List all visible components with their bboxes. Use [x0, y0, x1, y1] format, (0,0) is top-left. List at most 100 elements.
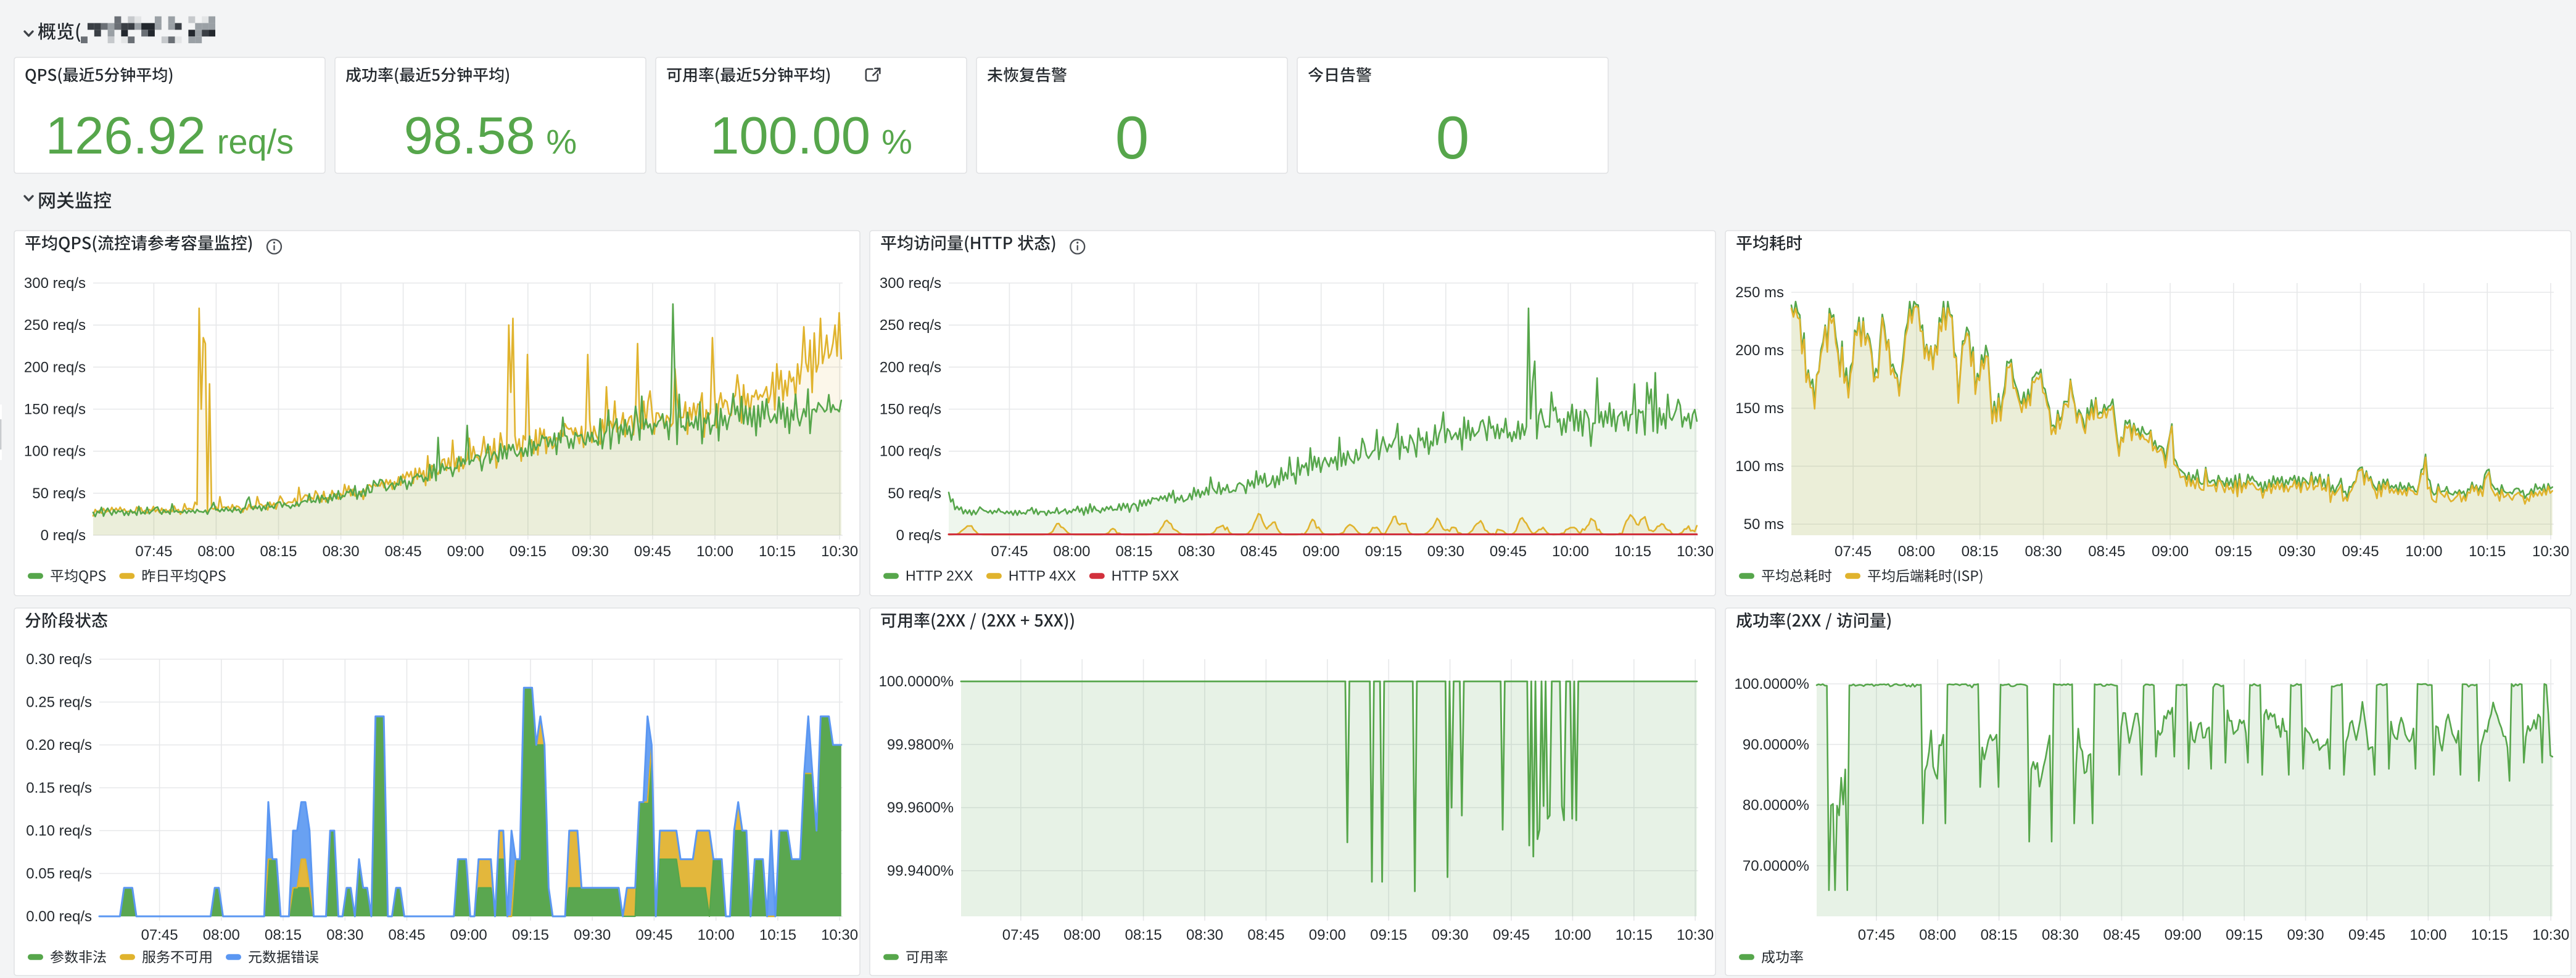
svg-text:07:45: 07:45 — [1835, 543, 1872, 560]
svg-text:09:30: 09:30 — [2279, 543, 2316, 560]
svg-text:80.0000%: 80.0000% — [1743, 797, 1809, 814]
svg-text:08:30: 08:30 — [1186, 927, 1223, 943]
svg-text:200 req/s: 200 req/s — [880, 359, 941, 376]
svg-text:09:15: 09:15 — [2215, 543, 2252, 560]
svg-text:10:15: 10:15 — [1616, 927, 1653, 943]
svg-text:08:45: 08:45 — [2088, 543, 2125, 560]
svg-text:100.0000%: 100.0000% — [1735, 676, 1809, 692]
svg-text:08:00: 08:00 — [1919, 927, 1956, 943]
svg-text:10:15: 10:15 — [759, 543, 796, 560]
svg-text:0.10 req/s: 0.10 req/s — [26, 823, 92, 839]
svg-text:100 req/s: 100 req/s — [880, 443, 941, 460]
svg-text:09:00: 09:00 — [450, 927, 487, 943]
svg-text:09:30: 09:30 — [2287, 927, 2324, 943]
svg-text:0.00 req/s: 0.00 req/s — [26, 908, 92, 925]
svg-text:09:45: 09:45 — [2342, 543, 2379, 560]
svg-text:09:45: 09:45 — [1490, 543, 1527, 560]
svg-text:09:45: 09:45 — [634, 543, 671, 560]
svg-text:08:00: 08:00 — [1898, 543, 1935, 560]
svg-text:08:45: 08:45 — [385, 543, 422, 560]
svg-text:09:45: 09:45 — [635, 927, 672, 943]
svg-text:10:00: 10:00 — [1554, 927, 1591, 943]
svg-text:08:15: 08:15 — [1962, 543, 1999, 560]
svg-text:99.9600%: 99.9600% — [887, 800, 954, 816]
svg-text:10:30: 10:30 — [2532, 927, 2569, 943]
svg-text:200 ms: 200 ms — [1735, 342, 1784, 359]
svg-text:09:15: 09:15 — [1370, 927, 1407, 943]
svg-text:08:30: 08:30 — [326, 927, 363, 943]
svg-text:07:45: 07:45 — [1858, 927, 1895, 943]
svg-text:08:15: 08:15 — [1115, 543, 1152, 560]
svg-text:08:30: 08:30 — [2042, 927, 2079, 943]
svg-text:10:15: 10:15 — [1614, 543, 1651, 560]
svg-text:08:15: 08:15 — [1125, 927, 1162, 943]
svg-text:50 req/s: 50 req/s — [888, 485, 941, 502]
svg-text:10:00: 10:00 — [698, 927, 735, 943]
svg-text:09:30: 09:30 — [1427, 543, 1464, 560]
svg-text:08:00: 08:00 — [1063, 927, 1100, 943]
svg-text:0: 0 — [1436, 104, 1470, 171]
svg-text:10:15: 10:15 — [2471, 927, 2508, 943]
svg-text:10:00: 10:00 — [2405, 543, 2442, 560]
svg-text:10:00: 10:00 — [1552, 543, 1589, 560]
svg-text:09:30: 09:30 — [1432, 927, 1469, 943]
svg-text:08:15: 08:15 — [260, 543, 297, 560]
svg-text:10:00: 10:00 — [2409, 927, 2446, 943]
svg-text:08:00: 08:00 — [203, 927, 240, 943]
svg-text:10:30: 10:30 — [1677, 927, 1714, 943]
svg-text:08:45: 08:45 — [1241, 543, 1278, 560]
svg-text:HTTP 4XX: HTTP 4XX — [1009, 568, 1076, 584]
svg-text:50 ms: 50 ms — [1744, 516, 1784, 533]
svg-text:07:45: 07:45 — [135, 543, 172, 560]
svg-text:08:45: 08:45 — [388, 927, 425, 943]
svg-text:300 req/s: 300 req/s — [880, 275, 941, 292]
svg-text:10:30: 10:30 — [2532, 543, 2569, 560]
svg-text:09:45: 09:45 — [1493, 927, 1530, 943]
svg-text:%: % — [546, 122, 577, 161]
svg-text:09:45: 09:45 — [2348, 927, 2385, 943]
svg-text:09:15: 09:15 — [510, 543, 547, 560]
svg-text:0.25 req/s: 0.25 req/s — [26, 694, 92, 711]
svg-text:50 req/s: 50 req/s — [32, 485, 86, 502]
svg-text:09:00: 09:00 — [447, 543, 484, 560]
svg-text:08:45: 08:45 — [2103, 927, 2140, 943]
svg-text:150 req/s: 150 req/s — [24, 401, 86, 418]
svg-text:08:30: 08:30 — [2025, 543, 2062, 560]
svg-text:09:00: 09:00 — [1303, 543, 1340, 560]
svg-text:req/s: req/s — [217, 122, 294, 161]
svg-text:09:30: 09:30 — [572, 543, 609, 560]
svg-text:09:00: 09:00 — [1309, 927, 1346, 943]
svg-text:126.92: 126.92 — [46, 107, 206, 165]
svg-text:08:30: 08:30 — [1178, 543, 1215, 560]
svg-text:0 req/s: 0 req/s — [896, 527, 941, 544]
svg-text:150 ms: 150 ms — [1735, 400, 1784, 417]
svg-text:10:15: 10:15 — [759, 927, 796, 943]
svg-text:98.58: 98.58 — [404, 107, 535, 165]
svg-text:100.00: 100.00 — [710, 107, 870, 165]
svg-text:08:00: 08:00 — [197, 543, 234, 560]
svg-text:300 req/s: 300 req/s — [24, 275, 86, 292]
svg-text:08:00: 08:00 — [1053, 543, 1090, 560]
svg-text:08:15: 08:15 — [1981, 927, 2018, 943]
svg-text:08:15: 08:15 — [265, 927, 302, 943]
svg-text:08:45: 08:45 — [1247, 927, 1284, 943]
svg-text:250 ms: 250 ms — [1735, 284, 1784, 301]
svg-text:250 req/s: 250 req/s — [24, 317, 86, 334]
svg-text:100 ms: 100 ms — [1735, 458, 1784, 475]
svg-text:150 req/s: 150 req/s — [880, 401, 941, 418]
svg-text:90.0000%: 90.0000% — [1743, 736, 1809, 753]
svg-text:07:45: 07:45 — [141, 927, 178, 943]
svg-text:09:15: 09:15 — [1365, 543, 1402, 560]
svg-text:0: 0 — [1115, 104, 1149, 171]
svg-text:250 req/s: 250 req/s — [880, 317, 941, 334]
svg-text:99.9800%: 99.9800% — [887, 736, 954, 753]
svg-text:100 req/s: 100 req/s — [24, 443, 86, 460]
svg-text:09:15: 09:15 — [2226, 927, 2263, 943]
svg-text:HTTP 2XX: HTTP 2XX — [906, 568, 973, 584]
svg-text:HTTP 5XX: HTTP 5XX — [1112, 568, 1179, 584]
svg-text:09:30: 09:30 — [574, 927, 611, 943]
svg-text:70.0000%: 70.0000% — [1743, 858, 1809, 874]
svg-text:07:45: 07:45 — [991, 543, 1028, 560]
svg-text:10:30: 10:30 — [821, 543, 858, 560]
svg-text:99.9400%: 99.9400% — [887, 863, 954, 879]
